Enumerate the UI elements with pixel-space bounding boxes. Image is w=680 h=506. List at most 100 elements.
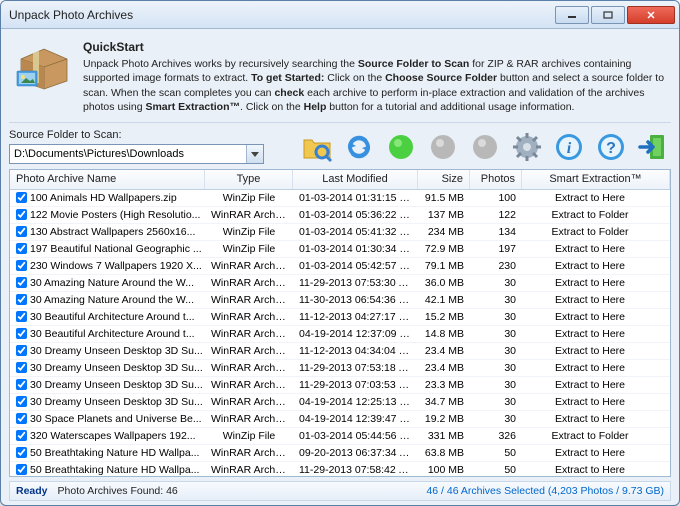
- table-row[interactable]: 122 Movie Posters (High Resolutio...WinR…: [10, 207, 670, 224]
- table-body[interactable]: 100 Animals HD Wallpapers.zipWinZip File…: [10, 190, 670, 476]
- col-name[interactable]: Photo Archive Name: [10, 170, 205, 189]
- cell-type: WinRAR Archive: [205, 209, 293, 221]
- row-checkbox[interactable]: [16, 430, 27, 441]
- table-row[interactable]: 30 Amazing Nature Around the W...WinRAR …: [10, 275, 670, 292]
- col-photos[interactable]: Photos: [470, 170, 522, 189]
- source-combo[interactable]: [9, 144, 264, 164]
- row-checkbox[interactable]: [16, 396, 27, 407]
- row-checkbox[interactable]: [16, 277, 27, 288]
- table-row[interactable]: 320 Waterscapes Wallpapers 192...WinZip …: [10, 428, 670, 445]
- row-checkbox[interactable]: [16, 464, 27, 475]
- exit-button[interactable]: [635, 129, 671, 165]
- choose-folder-button[interactable]: [299, 129, 335, 165]
- status-ready: Ready: [16, 485, 48, 497]
- help-button[interactable]: ?: [593, 129, 629, 165]
- cell-modified: 09-20-2013 06:37:34 AM: [293, 447, 418, 459]
- row-checkbox[interactable]: [16, 345, 27, 356]
- gray-status-icon-1[interactable]: [425, 129, 461, 165]
- cell-modified: 11-30-2013 06:54:36 PM: [293, 294, 418, 306]
- row-checkbox[interactable]: [16, 226, 27, 237]
- cell-photos: 30: [470, 396, 522, 408]
- table-row[interactable]: 30 Dreamy Unseen Desktop 3D Su...WinRAR …: [10, 394, 670, 411]
- close-button[interactable]: [627, 6, 675, 24]
- row-checkbox[interactable]: [16, 413, 27, 424]
- info-button[interactable]: i: [551, 129, 587, 165]
- table-row[interactable]: 100 Animals HD Wallpapers.zipWinZip File…: [10, 190, 670, 207]
- cell-name: 30 Space Planets and Universe Be...: [10, 413, 205, 425]
- refresh-button[interactable]: [341, 129, 377, 165]
- col-smart[interactable]: Smart Extraction™: [522, 170, 670, 189]
- cell-smart: Extract to Here: [522, 413, 670, 425]
- table-row[interactable]: 30 Amazing Nature Around the W...WinRAR …: [10, 292, 670, 309]
- row-checkbox[interactable]: [16, 209, 27, 220]
- col-size[interactable]: Size: [418, 170, 470, 189]
- cell-smart: Extract to Folder: [522, 209, 670, 221]
- cell-photos: 30: [470, 311, 522, 323]
- row-checkbox[interactable]: [16, 294, 27, 305]
- table-row[interactable]: 50 Breathtaking Nature HD Wallpa...WinRA…: [10, 445, 670, 462]
- cell-type: WinRAR Archive: [205, 294, 293, 306]
- table-row[interactable]: 30 Dreamy Unseen Desktop 3D Su...WinRAR …: [10, 377, 670, 394]
- chevron-down-icon[interactable]: [246, 145, 263, 163]
- cell-photos: 100: [470, 192, 522, 204]
- cell-photos: 30: [470, 413, 522, 425]
- table-row[interactable]: 50 Breathtaking Nature HD Wallpa...WinRA…: [10, 462, 670, 476]
- cell-photos: 50: [470, 447, 522, 459]
- table-row[interactable]: 30 Dreamy Unseen Desktop 3D Su...WinRAR …: [10, 343, 670, 360]
- col-type[interactable]: Type: [205, 170, 293, 189]
- titlebar: Unpack Photo Archives: [1, 1, 679, 29]
- row-checkbox[interactable]: [16, 311, 27, 322]
- cell-type: WinRAR Archive: [205, 328, 293, 340]
- gray-status-icon-2[interactable]: [467, 129, 503, 165]
- cell-type: WinRAR Archive: [205, 413, 293, 425]
- cell-modified: 01-03-2014 05:44:56 PM: [293, 430, 418, 442]
- svg-text:?: ?: [606, 140, 616, 157]
- row-checkbox[interactable]: [16, 243, 27, 254]
- cell-smart: Extract to Here: [522, 464, 670, 476]
- cell-name: 320 Waterscapes Wallpapers 192...: [10, 430, 205, 442]
- cell-modified: 01-03-2014 01:30:34 PM: [293, 243, 418, 255]
- table-row[interactable]: 30 Beautiful Architecture Around t...Win…: [10, 326, 670, 343]
- cell-smart: Extract to Folder: [522, 430, 670, 442]
- table-row[interactable]: 230 Windows 7 Wallpapers 1920 X...WinRAR…: [10, 258, 670, 275]
- source-input[interactable]: [10, 145, 246, 163]
- cell-name: 130 Abstract Wallpapers 2560x16...: [10, 226, 205, 238]
- row-checkbox[interactable]: [16, 328, 27, 339]
- content-area: QuickStart Unpack Photo Archives works b…: [1, 29, 679, 505]
- cell-name: 230 Windows 7 Wallpapers 1920 X...: [10, 260, 205, 272]
- cell-smart: Extract to Here: [522, 277, 670, 289]
- quickstart-title: QuickStart: [83, 39, 665, 55]
- table-row[interactable]: 30 Dreamy Unseen Desktop 3D Su...WinRAR …: [10, 360, 670, 377]
- cell-size: 72.9 MB: [418, 243, 470, 255]
- cell-modified: 04-19-2014 12:25:13 PM: [293, 396, 418, 408]
- cell-modified: 11-29-2013 07:53:18 AM: [293, 362, 418, 374]
- status-selected: 46 / 46 Archives Selected (4,203 Photos …: [426, 485, 664, 497]
- cell-name: 30 Beautiful Architecture Around t...: [10, 328, 205, 340]
- cell-type: WinZip File: [205, 243, 293, 255]
- row-checkbox[interactable]: [16, 379, 27, 390]
- status-found: Photo Archives Found: 46: [58, 485, 427, 497]
- quickstart-text: QuickStart Unpack Photo Archives works b…: [83, 39, 665, 114]
- row-checkbox[interactable]: [16, 362, 27, 373]
- table-row[interactable]: 130 Abstract Wallpapers 2560x16...WinZip…: [10, 224, 670, 241]
- minimize-button[interactable]: [555, 6, 589, 24]
- cell-type: WinRAR Archive: [205, 464, 293, 476]
- col-modified[interactable]: Last Modified: [293, 170, 418, 189]
- cell-size: 91.5 MB: [418, 192, 470, 204]
- row-checkbox[interactable]: [16, 260, 27, 271]
- table-row[interactable]: 30 Beautiful Architecture Around t...Win…: [10, 309, 670, 326]
- table-row[interactable]: 197 Beautiful National Geographic ...Win…: [10, 241, 670, 258]
- archive-table: Photo Archive Name Type Last Modified Si…: [9, 169, 671, 477]
- cell-modified: 01-03-2014 05:36:22 PM: [293, 209, 418, 221]
- table-row[interactable]: 30 Space Planets and Universe Be...WinRA…: [10, 411, 670, 428]
- row-checkbox[interactable]: [16, 192, 27, 203]
- settings-button[interactable]: [509, 129, 545, 165]
- row-checkbox[interactable]: [16, 447, 27, 458]
- cell-type: WinRAR Archive: [205, 260, 293, 272]
- green-status-icon[interactable]: [383, 129, 419, 165]
- cell-photos: 134: [470, 226, 522, 238]
- cell-smart: Extract to Here: [522, 396, 670, 408]
- svg-text:i: i: [567, 140, 572, 157]
- maximize-button[interactable]: [591, 6, 625, 24]
- cell-modified: 04-19-2014 12:37:09 PM: [293, 328, 418, 340]
